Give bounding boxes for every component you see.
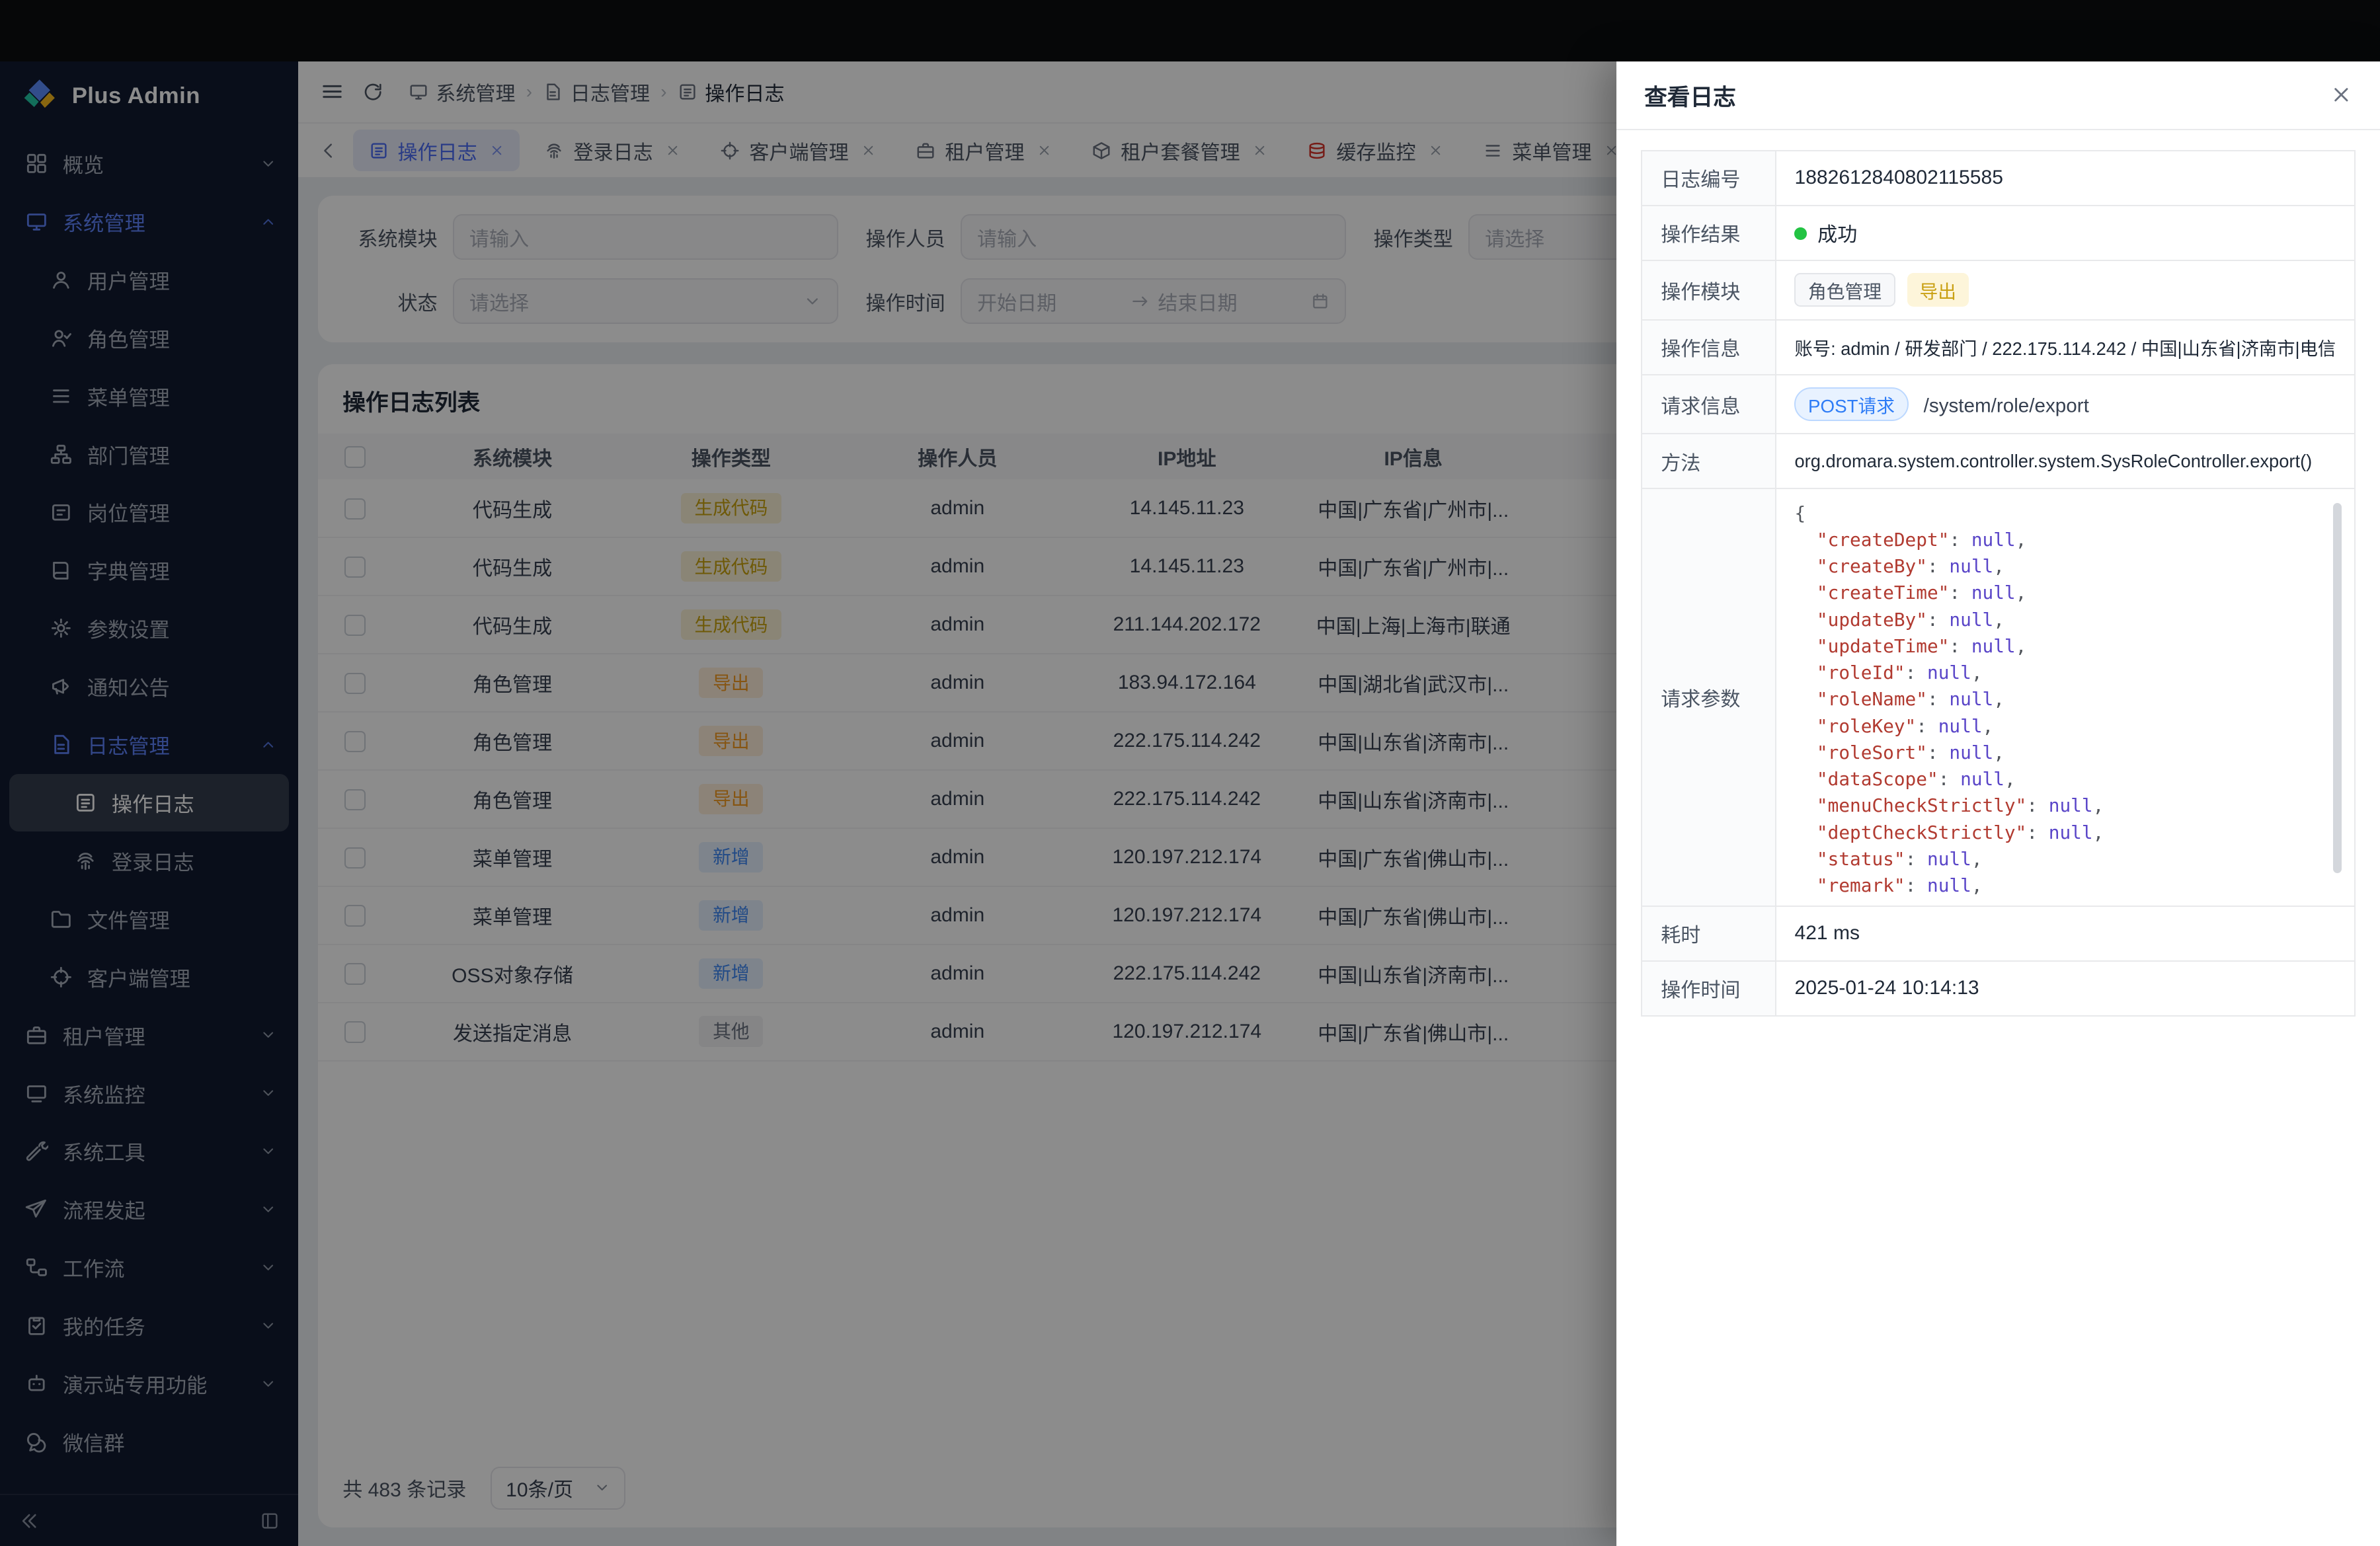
scrollbar-thumb[interactable] <box>2333 503 2342 873</box>
info-label: 操作信息 <box>1642 320 1775 375</box>
module-tag: 角色管理 <box>1794 273 1895 307</box>
result-label: 操作结果 <box>1642 206 1775 260</box>
top-strip <box>0 0 2380 61</box>
request-params-json[interactable]: { "createDept": null, "createBy": null, … <box>1792 498 2342 896</box>
time-label: 操作时间 <box>1642 961 1775 1016</box>
params-value: { "createDept": null, "createBy": null, … <box>1776 488 2355 906</box>
time-value: 2025-01-24 10:14:13 <box>1776 961 2355 1016</box>
module-tag: 导出 <box>1907 273 1969 307</box>
info-value: 账号: admin / 研发部门 / 222.175.114.242 / 中国|… <box>1776 320 2355 375</box>
post-method-tag: POST请求 <box>1794 387 1908 421</box>
module-tags: 角色管理导出 <box>1776 260 2355 320</box>
method-label: 方法 <box>1642 434 1775 488</box>
request-url: /system/role/export <box>1924 395 2089 417</box>
log-id-value: 1882612840802115585 <box>1776 151 2355 206</box>
log-id-label: 日志编号 <box>1642 151 1775 206</box>
result-value: 成功 <box>1776 206 2355 260</box>
method-value: org.dromara.system.controller.system.Sys… <box>1776 434 2355 488</box>
duration-value: 421 ms <box>1776 906 2355 961</box>
drawer-body: 日志编号 1882612840802115585 操作结果 成功 操作模块 角色… <box>1616 130 2379 1036</box>
success-dot-icon <box>1794 227 1807 240</box>
drawer-header: 查看日志 <box>1616 61 2379 130</box>
request-value: POST请求/system/role/export <box>1776 375 2355 434</box>
close-icon[interactable] <box>2330 83 2353 106</box>
module-label: 操作模块 <box>1642 260 1775 320</box>
app-root: Plus Admin 概览系统管理用户管理角色管理菜单管理部门管理岗位管理字典管… <box>0 0 2380 1546</box>
view-log-drawer: 查看日志 日志编号 1882612840802115585 操作结果 成功 操作… <box>1616 61 2379 1546</box>
request-label: 请求信息 <box>1642 375 1775 434</box>
params-label: 请求参数 <box>1642 488 1775 906</box>
duration-label: 耗时 <box>1642 906 1775 961</box>
log-detail-table: 日志编号 1882612840802115585 操作结果 成功 操作模块 角色… <box>1641 150 2355 1017</box>
drawer-title: 查看日志 <box>1644 79 1736 112</box>
